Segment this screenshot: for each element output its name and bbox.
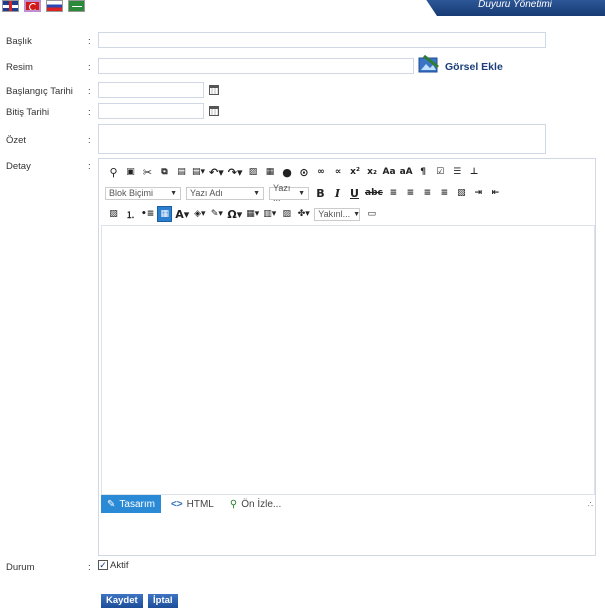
media-icon[interactable]: ⊙ [298, 165, 311, 179]
colon: : [88, 36, 91, 47]
module-icon[interactable]: ✤▾ [297, 207, 310, 221]
bold-icon[interactable]: B [314, 186, 327, 200]
block-format-select[interactable]: Blok Biçimi ▼ [105, 186, 181, 200]
font-size-select[interactable]: Yazı ... ▼ [269, 183, 309, 203]
font-name-select[interactable]: Yazı Adı ▼ [186, 186, 264, 200]
code-icon: <> [170, 498, 183, 510]
ozet-textarea[interactable] [98, 124, 546, 154]
justify-icon[interactable]: ≡ [438, 186, 451, 200]
redo-icon[interactable]: ↷▾ [228, 165, 243, 179]
tab-html[interactable]: <> HTML [165, 495, 220, 513]
table-icon[interactable]: ▦▾ [246, 207, 259, 221]
magnifier-icon: ⚲ [229, 498, 238, 510]
paste-options-icon[interactable]: ▤▾ [192, 165, 205, 179]
image-map-icon[interactable]: ▦ [264, 165, 277, 179]
italic-icon[interactable]: I [331, 186, 344, 200]
bitis-date-input[interactable] [98, 103, 204, 119]
detay-label: Detay [6, 161, 31, 172]
align-center-icon[interactable]: ≡ [404, 186, 417, 200]
font-size-toggle-icon[interactable]: aA [400, 165, 413, 179]
gorsel-ekle-link[interactable]: Görsel Ekle [445, 61, 503, 73]
colon: : [88, 62, 91, 73]
baslangic-label: Başlangıç Tarihi [6, 86, 73, 97]
numbered-list-icon[interactable]: ⒈ [124, 207, 137, 221]
resize-handle-icon[interactable]: ∴ [588, 500, 593, 509]
ru-flag-icon[interactable] [46, 0, 63, 12]
ozet-label: Özet [6, 135, 27, 146]
font-color-icon[interactable]: A▾ [175, 207, 189, 221]
cancel-button[interactable]: İptal [148, 594, 178, 608]
chevron-down-icon: ▼ [170, 189, 177, 197]
colon: : [88, 135, 91, 146]
colon: : [88, 107, 91, 118]
rich-text-editor: ⚲ ▣ ✂ ⧉ ▤ ▤▾ ↶▾ ↷▾ ▨ ▦ ● ⊙ ∞ ∝ x² x₂ Aa … [98, 158, 596, 556]
font-case-icon[interactable]: Aa [383, 165, 396, 179]
aktif-label: Aktif [110, 560, 129, 571]
image-manager-icon[interactable]: ▨ [107, 207, 120, 221]
superscript-icon[interactable]: x² [349, 165, 362, 179]
paste-icon[interactable]: ▤ [175, 165, 188, 179]
template-icon[interactable]: ▦ [157, 206, 173, 222]
clear-format-icon[interactable]: ▧ [455, 186, 468, 200]
tab-design[interactable]: ✎ Tasarım [101, 495, 161, 513]
format-painter-icon[interactable]: ✎▾ [210, 207, 223, 221]
copy-icon[interactable]: ⧉ [158, 165, 171, 179]
image-icon[interactable]: ▨ [247, 165, 260, 179]
editor-toolbar-row-1: ⚲ ▣ ✂ ⧉ ▤ ▤▾ ↶▾ ↷▾ ▨ ▦ ● ⊙ ∞ ∝ x² x₂ Aa … [107, 163, 485, 181]
editor-content-area[interactable] [101, 225, 595, 495]
pencil-icon: ✎ [107, 498, 116, 510]
colon: : [88, 161, 91, 172]
paragraph-icon[interactable]: ¶ [417, 165, 430, 179]
spellcheck-icon[interactable]: ☑ [434, 165, 447, 179]
zoom-select[interactable]: Yakınl... ▼ [314, 207, 361, 221]
durum-label: Durum [6, 562, 35, 573]
highlight-icon[interactable]: ◈▾ [193, 207, 206, 221]
undo-icon[interactable]: ↶▾ [209, 165, 224, 179]
flash-icon[interactable]: ● [281, 165, 294, 179]
subscript-icon[interactable]: x₂ [366, 165, 379, 179]
page-header-tab: Duyuru Yönetimi [425, 0, 605, 16]
table-props-icon[interactable]: ▥▾ [263, 207, 276, 221]
unlink-icon[interactable]: ∝ [332, 165, 345, 179]
baslangic-date-input[interactable] [98, 82, 204, 98]
fullscreen-icon[interactable]: ▭ [365, 207, 378, 221]
strikethrough-icon[interactable]: abc [365, 186, 383, 200]
link-icon[interactable]: ∞ [315, 165, 328, 179]
calendar-icon[interactable] [209, 106, 219, 116]
save-button[interactable]: Kaydet [101, 594, 143, 608]
sa-flag-icon[interactable] [68, 0, 85, 12]
image-add-icon[interactable] [418, 55, 440, 75]
tab-preview[interactable]: ⚲ Ön İzle... [224, 495, 287, 513]
bitis-label: Bitiş Tarihi [6, 107, 50, 118]
colon: : [88, 86, 91, 97]
chevron-down-icon: ▼ [353, 210, 361, 218]
underline-icon[interactable]: U [348, 186, 361, 200]
find-icon[interactable]: ⚲ [107, 165, 120, 179]
tr-flag-icon[interactable] [24, 0, 41, 12]
resim-label: Resim [6, 62, 33, 73]
insert-image-icon[interactable]: ▨ [280, 207, 293, 221]
calendar-icon[interactable] [209, 85, 219, 95]
colon: : [88, 562, 91, 573]
special-chars-icon[interactable]: Ω▾ [227, 207, 242, 221]
align-left-icon[interactable]: ≡ [387, 186, 400, 200]
chevron-down-icon: ▼ [253, 189, 260, 197]
editor-toolbar-row-3: ▨ ⒈ •≡ ▦ A▾ ◈▾ ✎▾ Ω▾ ▦▾ ▥▾ ▨ ✤▾ Yakınl..… [107, 205, 382, 223]
baslik-input[interactable] [98, 32, 546, 48]
align-right-icon[interactable]: ≡ [421, 186, 434, 200]
select-all-icon[interactable]: ▣ [124, 165, 137, 179]
cut-icon[interactable]: ✂ [141, 165, 154, 179]
horizontal-rule-icon[interactable]: ☰ [451, 165, 464, 179]
editor-mode-bar: ✎ Tasarım <> HTML ⚲ Ön İzle... [101, 495, 291, 513]
baslik-label: Başlık [6, 36, 32, 47]
bullet-list-icon[interactable]: •≡ [141, 207, 154, 221]
chevron-down-icon: ▼ [298, 189, 305, 197]
indent-icon[interactable]: ⇥ [472, 186, 485, 200]
outdent-icon[interactable]: ⇤ [489, 186, 502, 200]
resim-input[interactable] [98, 58, 414, 74]
editor-toolbar-row-2: Blok Biçimi ▼ Yazı Adı ▼ Yazı ... ▼ B I U a… [105, 183, 506, 203]
format-stripper-icon[interactable]: ⊥ [468, 165, 481, 179]
aktif-checkbox[interactable]: ✓ [98, 560, 108, 570]
en-flag-icon[interactable] [2, 0, 19, 12]
